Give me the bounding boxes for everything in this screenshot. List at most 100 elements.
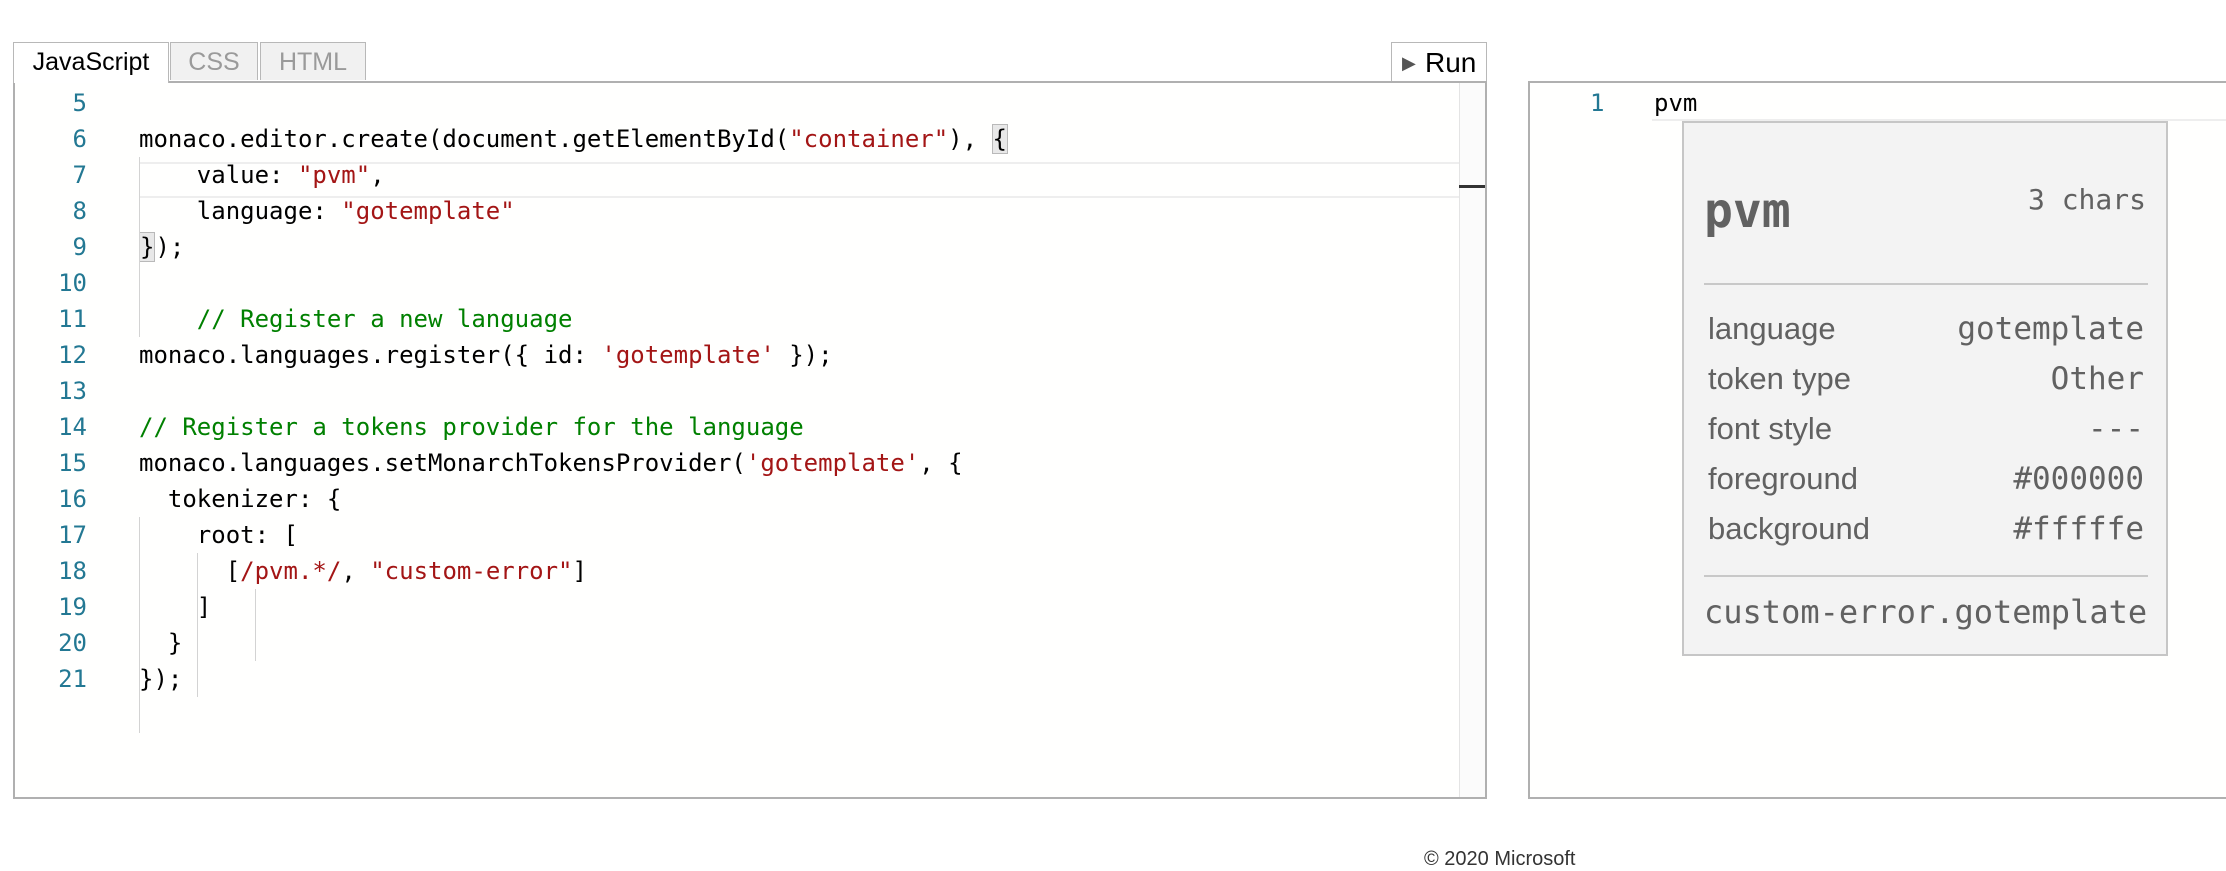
code-line[interactable]: 12 monaco.languages.register({ id: 'gotem… — [15, 337, 1455, 373]
property-value: #fffffe — [2013, 511, 2144, 547]
comment-token: // Register a tokens provider for the la… — [139, 413, 804, 441]
line-number: 8 — [72, 197, 87, 225]
code-editor[interactable]: 5 6 monaco.editor.create(document.getEleme… — [13, 81, 1487, 799]
code-line[interactable]: 18 [/pvm.*/, "custom-error"] — [15, 553, 1455, 589]
code-line[interactable]: 5 — [15, 85, 1455, 121]
property-key: background — [1708, 511, 1871, 546]
run-button-label: Run — [1425, 47, 1477, 78]
matched-bracket: { — [991, 124, 1008, 154]
run-button[interactable]: ▶ Run — [1391, 42, 1487, 82]
code-text[interactable]: value: "pvm", — [139, 157, 385, 193]
property-key: font style — [1708, 411, 1833, 446]
footer-copyright: © 2020 Microsoft — [1424, 848, 1576, 870]
divider — [1704, 575, 2148, 577]
current-line-highlight — [1652, 83, 2226, 121]
code-token: ); — [155, 233, 185, 261]
code-token: monaco.languages.register({ id: — [139, 341, 602, 369]
line-number: 6 — [72, 125, 87, 153]
code-text[interactable]: // Register a new language — [139, 301, 573, 337]
code-line[interactable]: 19 ] — [15, 589, 1455, 625]
code-line[interactable]: 7 value: "pvm", — [15, 157, 1455, 193]
code-line[interactable]: 17 root: [ — [15, 517, 1455, 553]
code-token: ] — [139, 593, 212, 621]
code-line[interactable]: 14 // Register a tokens provider for the … — [15, 409, 1455, 445]
code-token: value: — [139, 161, 298, 189]
string-token: 'gotemplate' — [745, 449, 920, 477]
comment-token: // Register a new language — [139, 305, 573, 333]
string-token: "pvm" — [297, 161, 371, 189]
indent-guide — [139, 157, 140, 301]
code-line[interactable]: 6 monaco.editor.create(document.getElemen… — [15, 121, 1455, 157]
code-token: root: [ — [139, 521, 298, 549]
code-text[interactable]: monaco.languages.setMonarchTokensProvide… — [139, 445, 963, 481]
indent-guide — [139, 301, 140, 337]
line-number: 5 — [72, 89, 87, 117]
code-token: ), — [948, 125, 992, 153]
code-token: }); — [139, 665, 183, 693]
code-token: monaco.languages.setMonarchTokensProvide… — [139, 449, 746, 477]
string-token: "gotemplate" — [341, 197, 515, 225]
code-line[interactable]: 20 } — [15, 625, 1455, 661]
code-text[interactable]: root: [ — [139, 517, 298, 553]
code-text[interactable]: }); — [139, 229, 184, 265]
code-line[interactable]: 10 — [15, 265, 1455, 301]
code-text[interactable]: monaco.languages.register({ id: 'gotempl… — [139, 337, 833, 373]
indent-guide — [197, 553, 198, 697]
line-number: 18 — [58, 557, 87, 585]
code-line[interactable]: 8 language: "gotemplate" — [15, 193, 1455, 229]
code-text[interactable]: } — [139, 625, 182, 661]
code-line[interactable]: 21}); — [15, 661, 1455, 697]
property-value: #000000 — [2013, 461, 2144, 497]
string-token: 'gotemplate' — [601, 341, 775, 369]
code-text[interactable]: tokenizer: { — [139, 481, 341, 517]
preview-line-text[interactable]: pvm — [1654, 89, 1697, 117]
code-text[interactable]: }); — [139, 661, 182, 697]
code-line[interactable]: 16 tokenizer: { — [15, 481, 1455, 517]
divider — [1704, 283, 2148, 285]
string-token: "container" — [789, 125, 949, 153]
token-property-row: font style --- — [1708, 411, 2144, 455]
code-line[interactable]: 11 // Register a new language — [15, 301, 1455, 337]
indent-guide — [255, 589, 256, 661]
code-token: , { — [919, 449, 963, 477]
line-number: 10 — [58, 269, 87, 297]
tab-css[interactable]: CSS — [170, 42, 258, 80]
line-number: 11 — [58, 305, 87, 333]
code-token: monaco.editor.create(document.getElement… — [139, 125, 790, 153]
code-text[interactable]: [/pvm.*/, "custom-error"] — [139, 553, 587, 589]
code-text[interactable]: ] — [139, 589, 211, 625]
play-icon: ▶ — [1402, 53, 1416, 73]
code-line[interactable]: 9}); — [15, 229, 1455, 265]
code-text[interactable]: // Register a tokens provider for the la… — [139, 409, 804, 445]
line-number: 14 — [58, 413, 87, 441]
code-token: } — [139, 629, 183, 657]
code-line[interactable]: 15 monaco.languages.setMonarchTokensProvi… — [15, 445, 1455, 481]
code-line[interactable]: 13 — [15, 373, 1455, 409]
string-token: /pvm.*/ — [240, 557, 342, 585]
code-text[interactable]: language: "gotemplate" — [139, 193, 515, 229]
string-token: "custom-error" — [370, 557, 573, 585]
vertical-scrollbar[interactable] — [1459, 83, 1485, 797]
tab-html[interactable]: HTML — [260, 42, 366, 80]
code-token: ] — [572, 557, 587, 585]
property-value: --- — [2088, 411, 2144, 447]
preview-line-number: 1 — [1590, 89, 1605, 117]
code-token: , — [370, 161, 385, 189]
property-key: foreground — [1708, 461, 1858, 496]
line-number: 9 — [72, 233, 87, 261]
tab-javascript[interactable]: JavaScript — [13, 42, 169, 83]
token-property-row: foreground #000000 — [1708, 461, 2144, 505]
token-property-row: token type Other — [1708, 361, 2144, 405]
code-text[interactable]: monaco.editor.create(document.getElement… — [139, 121, 1008, 157]
token-property-row: language gotemplate — [1708, 311, 2144, 355]
line-number: 12 — [58, 341, 87, 369]
property-key: token type — [1708, 361, 1852, 396]
code-token: tokenizer: { — [139, 485, 342, 513]
code-token: , — [341, 557, 371, 585]
line-number: 17 — [58, 521, 87, 549]
line-number: 7 — [72, 161, 87, 189]
code-token: language: — [139, 197, 342, 225]
property-value: Other — [2050, 361, 2144, 397]
token-property-row: background #fffffe — [1708, 511, 2144, 555]
overview-ruler-cursor — [1459, 185, 1485, 188]
